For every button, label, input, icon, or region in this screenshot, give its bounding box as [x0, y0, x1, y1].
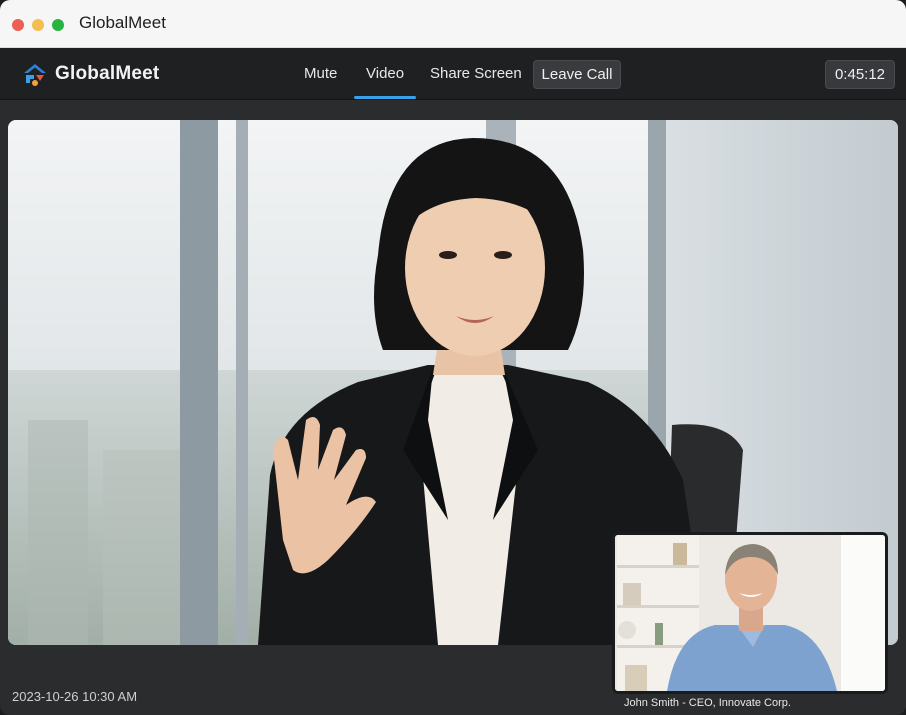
title-bar: GlobalMeet: [0, 0, 906, 48]
brand-name: GlobalMeet: [55, 63, 160, 84]
call-timer: 0:45:12: [825, 60, 895, 89]
leave-call-button[interactable]: Leave Call: [533, 60, 621, 89]
call-timestamp: 2023-10-26 10:30 AM: [12, 689, 138, 704]
app-window: GlobalMeet GlobalMeet Mute Video Share S…: [0, 0, 906, 715]
mute-button[interactable]: Mute: [304, 65, 337, 82]
video-button[interactable]: Video: [353, 65, 417, 99]
globalmeet-logo-icon: [24, 64, 46, 86]
close-window-button[interactable]: [12, 19, 24, 31]
participant-video-frame: [615, 535, 885, 691]
share-screen-button[interactable]: Share Screen: [430, 65, 522, 82]
minimize-window-button[interactable]: [32, 19, 44, 31]
participant-caption: John Smith - CEO, Innovate Corp.: [624, 697, 791, 709]
self-view-video[interactable]: [612, 532, 888, 694]
maximize-window-button[interactable]: [52, 19, 64, 31]
window-title: GlobalMeet: [79, 13, 166, 32]
call-toolbar: GlobalMeet Mute Video Share Screen Leave…: [0, 48, 906, 100]
